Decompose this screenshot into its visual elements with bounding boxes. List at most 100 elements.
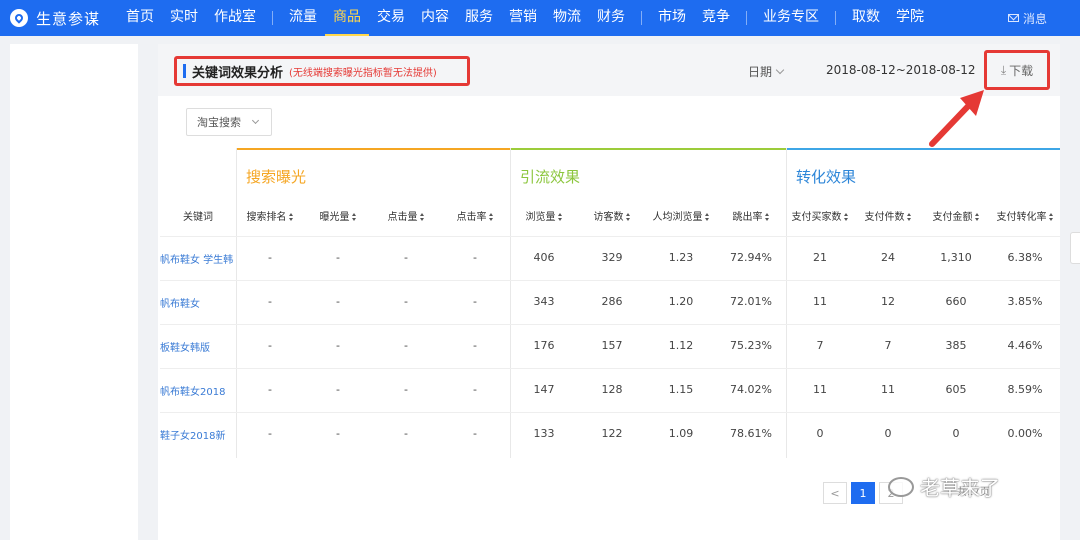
table-cell-clicks: -	[404, 251, 408, 264]
table-cell-paid-items: 11	[881, 383, 895, 396]
col-header-bounce-rate[interactable]: 跳出率	[716, 208, 786, 223]
col-header-paying-buyers[interactable]: 支付买家数	[786, 208, 854, 223]
date-range: 2018-08-12~2018-08-12	[826, 63, 976, 77]
brand[interactable]: 生意参谋	[0, 8, 118, 29]
nav-item-competition[interactable]: 竞争	[694, 0, 738, 36]
nav-item-home[interactable]: 首页	[118, 0, 162, 36]
group-conversion-effect: 转化效果	[786, 148, 1060, 202]
nav-item-business-zone[interactable]: 业务专区	[755, 0, 827, 36]
col-header-label: 浏览量	[525, 212, 556, 223]
table-cell-avg-page-views: 1.09	[668, 427, 694, 440]
table-cell-page-views: 133	[533, 427, 555, 440]
keyword-link[interactable]: 帆布鞋女	[160, 295, 236, 310]
table-row[interactable]: 帆布鞋女2018 - - - - 147 128 1.15 74.02% 11 11 605 8.59%	[160, 368, 1060, 412]
nav-item-war-room[interactable]: 作战室	[206, 0, 264, 36]
col-header-click-rate[interactable]: 点击率	[440, 208, 510, 223]
table-cell-pay-conversion-rate: 3.85%	[1007, 295, 1043, 308]
table-cell-bounce-rate: 72.94%	[730, 251, 772, 264]
brand-name: 生意参谋	[36, 9, 101, 28]
table-row[interactable]: 帆布鞋女 - - - - 343 286 1.20 72.01% 11 12 660 3.85%	[160, 280, 1060, 324]
col-header-label: 支付件数	[864, 212, 905, 223]
nav-item-academy[interactable]: 学院	[888, 0, 932, 36]
group-headers: 搜索曝光 引流效果 转化效果	[160, 148, 1060, 202]
table-cell-paid-amount: 660	[945, 295, 967, 308]
title-highlight-box: 关键词效果分析 (无线端搜索曝光指标暂无法提供)	[174, 56, 470, 86]
page-1-button[interactable]: 1	[851, 482, 875, 504]
nav-item-market[interactable]: 市场	[650, 0, 694, 36]
nav-item-product[interactable]: 商品	[325, 0, 369, 36]
table-cell-pay-conversion-rate: 8.59%	[1007, 383, 1043, 396]
col-header-paid-amount[interactable]: 支付金额	[922, 208, 990, 223]
sort-icon[interactable]	[351, 213, 357, 221]
col-header-avg-page-views[interactable]: 人均浏览量	[646, 208, 716, 223]
sort-icon[interactable]	[625, 213, 631, 221]
group-traffic-effect: 引流效果	[510, 148, 786, 202]
keyword-link[interactable]: 帆布鞋女2018	[160, 383, 236, 398]
wechat-icon	[888, 476, 914, 497]
table-cell-visitors: 286	[601, 295, 623, 308]
keyword-link[interactable]: 鞋子女2018新	[160, 427, 236, 442]
date-selector[interactable]: 日期	[748, 63, 785, 80]
table-row[interactable]: 帆布鞋女 学生韩 - - - - 406 329 1.23 72.94% 21 24 1,310 6.3…	[160, 236, 1060, 280]
main-nav: 首页 实时 作战室 流量 商品 交易 内容 服务 营销 物流 财务 市场 竞争 业务专区 取数 学院	[118, 0, 932, 36]
col-header-search-rank[interactable]: 搜索排名	[236, 208, 304, 223]
sort-icon[interactable]	[843, 213, 849, 221]
nav-item-realtime[interactable]: 实时	[162, 0, 206, 36]
sort-icon[interactable]	[557, 213, 563, 221]
col-header-label: 支付买家数	[791, 212, 842, 223]
keyword-link[interactable]: 板鞋女韩版	[160, 339, 236, 354]
search-source-value: 淘宝搜索	[197, 116, 241, 129]
keyword-link[interactable]: 帆布鞋女 学生韩	[160, 251, 236, 266]
sort-icon[interactable]	[1048, 213, 1054, 221]
nav-item-logistics[interactable]: 物流	[545, 0, 589, 36]
sort-icon[interactable]	[288, 213, 294, 221]
nav-item-service[interactable]: 服务	[457, 0, 501, 36]
table-cell-page-views: 147	[533, 383, 555, 396]
table-cell-paid-items: 24	[881, 251, 895, 264]
col-header-visitors[interactable]: 访客数	[578, 208, 646, 223]
table-cell-bounce-rate: 78.61%	[730, 427, 772, 440]
date-label: 日期	[748, 65, 773, 79]
col-header-label: 支付转化率	[996, 212, 1047, 223]
col-header-pay-conversion-rate[interactable]: 支付转化率	[990, 208, 1060, 223]
keyword-analysis-card: 关键词效果分析 (无线端搜索曝光指标暂无法提供) 日期 2018-08-12~2…	[158, 44, 1060, 540]
table-cell-clicks: -	[404, 383, 408, 396]
col-header-label: 搜索排名	[246, 212, 287, 223]
table-cell-paid-items: 12	[881, 295, 895, 308]
sort-icon[interactable]	[974, 213, 980, 221]
col-header-label: 人均浏览量	[652, 212, 703, 223]
col-header-page-views[interactable]: 浏览量	[510, 208, 578, 223]
search-source-select[interactable]: 淘宝搜索	[186, 108, 272, 136]
chevron-down-icon	[251, 116, 260, 124]
side-feedback-tab[interactable]	[1070, 232, 1080, 264]
page-title: 关键词效果分析	[192, 65, 284, 81]
col-header-exposure[interactable]: 曝光量	[304, 208, 372, 223]
col-header-label: 曝光量	[319, 212, 350, 223]
nav-item-finance[interactable]: 财务	[589, 0, 633, 36]
nav-separator	[272, 11, 273, 25]
download-label: 下载	[1009, 63, 1034, 78]
nav-item-marketing[interactable]: 营销	[501, 0, 545, 36]
sort-icon[interactable]	[704, 213, 710, 221]
chevron-down-icon	[775, 65, 785, 75]
nav-item-content[interactable]: 内容	[413, 0, 457, 36]
title-note: (无线端搜索曝光指标暂无法提供)	[289, 67, 437, 79]
col-header-paid-items[interactable]: 支付件数	[854, 208, 922, 223]
nav-item-trade[interactable]: 交易	[369, 0, 413, 36]
download-button[interactable]: ⤓ 下载	[984, 50, 1050, 90]
nav-item-traffic[interactable]: 流量	[281, 0, 325, 36]
table-cell-click-rate: -	[473, 427, 477, 440]
table-cell-pay-conversion-rate: 6.38%	[1007, 251, 1043, 264]
table-row[interactable]: 板鞋女韩版 - - - - 176 157 1.12 75.23% 7 7 385 4.46%	[160, 324, 1060, 368]
sort-icon[interactable]	[419, 213, 425, 221]
table-cell-page-views: 176	[533, 339, 555, 352]
messages-link[interactable]: 消息	[1008, 0, 1047, 36]
nav-item-data-fetch[interactable]: 取数	[844, 0, 888, 36]
col-header-clicks[interactable]: 点击量	[372, 208, 440, 223]
table-row[interactable]: 鞋子女2018新 - - - - 133 122 1.09 78.61% 0 0 0 0.00%	[160, 412, 1060, 456]
prev-page-button[interactable]: <	[823, 482, 847, 504]
sort-icon[interactable]	[488, 213, 494, 221]
sort-icon[interactable]	[764, 213, 770, 221]
sort-icon[interactable]	[906, 213, 912, 221]
table-cell-bounce-rate: 74.02%	[730, 383, 772, 396]
